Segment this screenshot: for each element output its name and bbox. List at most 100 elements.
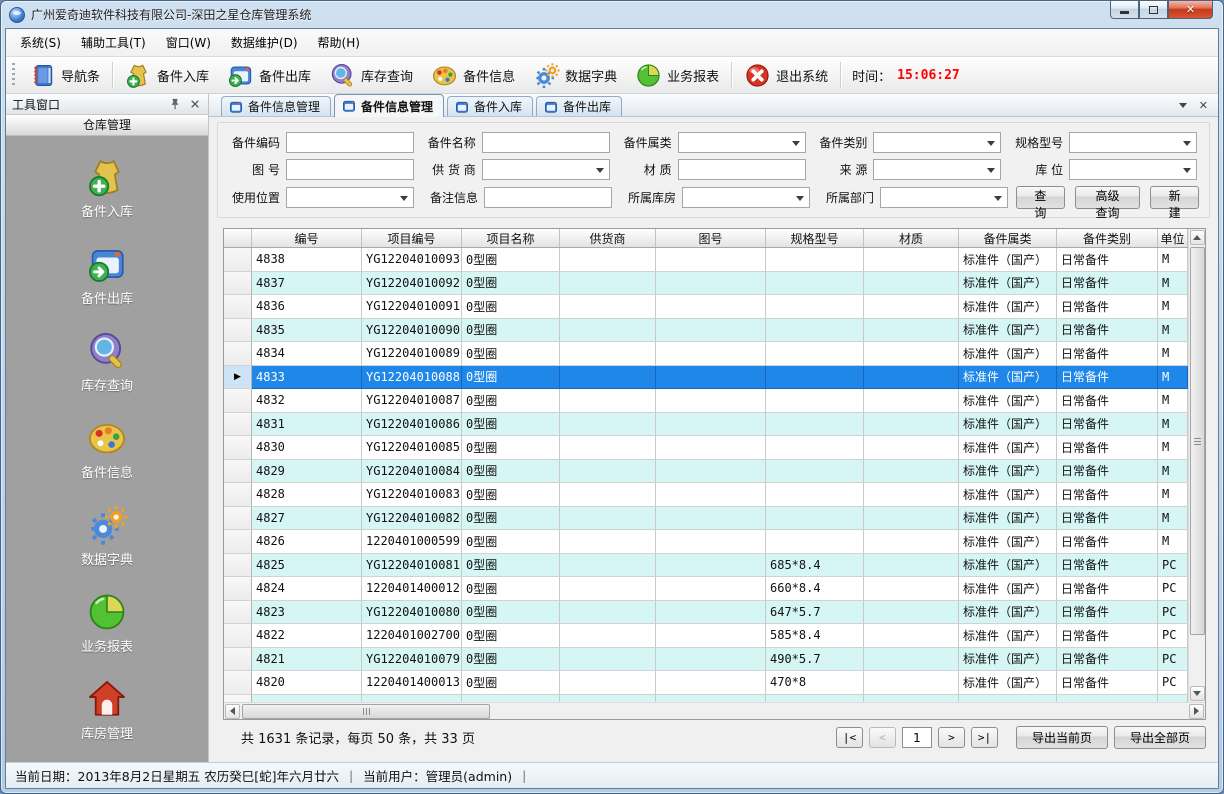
combo-dropdown[interactable]	[880, 187, 1008, 208]
last-page-button[interactable]: >|	[971, 727, 998, 748]
grid-row[interactable]: 4831YG122040100860型圈标准件（国产）日常备件M	[224, 413, 1188, 437]
grid-row[interactable]: 4836YG122040100910型圈标准件（国产）日常备件M	[224, 295, 1188, 319]
sidebar-item[interactable]: 业务报表	[81, 591, 133, 655]
scroll-left-icon[interactable]	[225, 704, 240, 719]
scroll-down-icon[interactable]	[1190, 686, 1205, 701]
row-selector-cell[interactable]	[224, 295, 252, 319]
row-selector-cell[interactable]	[224, 319, 252, 343]
grid-header-cell[interactable]: 备件类别	[1057, 229, 1158, 247]
prev-page-button[interactable]: <	[869, 727, 896, 748]
page-number-input[interactable]	[902, 727, 932, 748]
grid-row[interactable]: 482212204010027000型圈585*8.4标准件（国产）日常备件PC	[224, 624, 1188, 648]
menu-item[interactable]: 数据维护(D)	[221, 29, 308, 56]
row-selector-cell[interactable]	[224, 601, 252, 625]
row-selector-cell[interactable]	[224, 436, 252, 460]
horizontal-scroll-thumb[interactable]	[242, 704, 490, 719]
grid-row[interactable]	[224, 695, 1188, 703]
text-input[interactable]	[484, 187, 612, 208]
text-input[interactable]	[482, 132, 610, 153]
row-selector-cell[interactable]	[224, 624, 252, 648]
grid-header-cell[interactable]: 图号	[656, 229, 766, 247]
next-page-button[interactable]: >	[938, 727, 965, 748]
row-selector-cell[interactable]	[224, 577, 252, 601]
grid-header-cell[interactable]: 供货商	[560, 229, 656, 247]
scroll-right-icon[interactable]	[1189, 704, 1204, 719]
grid-header-cell[interactable]: 单位	[1158, 229, 1188, 247]
combo-dropdown[interactable]	[873, 132, 1001, 153]
combo-dropdown[interactable]	[682, 187, 810, 208]
export-current-page-button[interactable]: 导出当前页	[1016, 726, 1108, 749]
row-selector-cell[interactable]	[224, 554, 252, 578]
toolbar-grip-icon[interactable]	[12, 63, 15, 87]
menu-item[interactable]: 系统(S)	[10, 29, 71, 56]
grid-row[interactable]: 4825YG122040100810型圈685*8.4标准件（国产）日常备件PC	[224, 554, 1188, 578]
close-button[interactable]: ✕	[1168, 1, 1213, 19]
grid-row[interactable]: 4828YG122040100830型圈标准件（国产）日常备件M	[224, 483, 1188, 507]
combo-dropdown[interactable]	[873, 159, 1001, 180]
combo-dropdown[interactable]	[678, 132, 806, 153]
grid-row[interactable]: 4830YG122040100850型圈标准件（国产）日常备件M	[224, 436, 1188, 460]
row-selector-cell[interactable]	[224, 342, 252, 366]
sidebar-item[interactable]: 库存查询	[81, 330, 133, 394]
horizontal-scrollbar[interactable]	[224, 702, 1205, 719]
first-page-button[interactable]: |<	[836, 727, 863, 748]
combo-dropdown[interactable]	[482, 159, 610, 180]
grid-header-cell[interactable]: 项目编号	[362, 229, 462, 247]
row-selector-cell[interactable]	[224, 460, 252, 484]
grid-row[interactable]: 482412204014000120型圈660*8.4标准件（国产）日常备件PC	[224, 577, 1188, 601]
toolbar-button[interactable]: 业务报表	[626, 60, 728, 91]
close-panel-icon[interactable]	[188, 97, 202, 111]
grid-row[interactable]: 4837YG122040100920型圈标准件（国产）日常备件M	[224, 272, 1188, 296]
tab[interactable]: 备件信息管理	[221, 96, 331, 116]
vertical-scroll-thumb[interactable]	[1190, 247, 1205, 635]
query-button[interactable]: 查询	[1016, 186, 1065, 209]
grid-row[interactable]: ▶4833YG122040100880型圈标准件（国产）日常备件M	[224, 366, 1188, 390]
grid-header-cell[interactable]: 项目名称	[462, 229, 560, 247]
grid-header-cell[interactable]: 材质	[864, 229, 959, 247]
scroll-up-icon[interactable]	[1190, 230, 1205, 245]
grid-row[interactable]: 4838YG122040100930型圈标准件（国产）日常备件M	[224, 248, 1188, 272]
toolbar-button[interactable]: 导航条	[20, 60, 109, 91]
combo-dropdown[interactable]	[1069, 159, 1197, 180]
row-selector-cell[interactable]	[224, 389, 252, 413]
sidebar-item[interactable]: 备件入库	[81, 156, 133, 220]
grid-row[interactable]: 4835YG122040100900型圈标准件（国产）日常备件M	[224, 319, 1188, 343]
grid-header-cell[interactable]: 备件属类	[959, 229, 1057, 247]
maximize-button[interactable]	[1139, 1, 1168, 19]
vertical-scrollbar[interactable]	[1188, 229, 1205, 702]
toolbar-button[interactable]: 数据字典	[524, 60, 626, 91]
combo-dropdown[interactable]	[286, 187, 414, 208]
text-input[interactable]	[286, 159, 414, 180]
tab[interactable]: 备件入库	[447, 96, 533, 116]
menu-item[interactable]: 帮助(H)	[308, 29, 370, 56]
toolbar-button[interactable]: 备件信息	[422, 60, 524, 91]
export-all-pages-button[interactable]: 导出全部页	[1114, 726, 1206, 749]
menu-item[interactable]: 辅助工具(T)	[71, 29, 156, 56]
grid-header-cell[interactable]: 编号	[252, 229, 362, 247]
toolbar-button[interactable]: 备件出库	[218, 60, 320, 91]
toolbar-button[interactable]: 备件入库	[116, 60, 218, 91]
sidebar-item[interactable]: 备件信息	[81, 417, 133, 481]
row-selector-cell[interactable]	[224, 530, 252, 554]
row-selector-cell[interactable]: ▶	[224, 366, 252, 390]
grid-row[interactable]: 482612204010005990型圈标准件（国产）日常备件M	[224, 530, 1188, 554]
toolbar-button[interactable]: 退出系统	[735, 60, 837, 91]
advanced-query-button[interactable]: 高级查询	[1075, 186, 1141, 209]
tab-close-icon[interactable]: ✕	[1199, 100, 1208, 111]
sidebar-item[interactable]: 库房管理	[81, 678, 133, 742]
grid-row[interactable]: 4821YG122040100790型圈490*5.7标准件（国产）日常备件PC	[224, 648, 1188, 672]
row-selector-cell[interactable]	[224, 671, 252, 695]
grid-row[interactable]: 4823YG122040100800型圈647*5.7标准件（国产）日常备件PC	[224, 601, 1188, 625]
tab[interactable]: 备件出库	[536, 96, 622, 116]
menu-item[interactable]: 窗口(W)	[156, 29, 221, 56]
grid-row[interactable]: 4829YG122040100840型圈标准件（国产）日常备件M	[224, 460, 1188, 484]
tab[interactable]: 备件信息管理	[334, 94, 444, 117]
row-selector-cell[interactable]	[224, 695, 252, 703]
grid-row[interactable]: 482012204014000130型圈470*8标准件（国产）日常备件PC	[224, 671, 1188, 695]
tab-list-dropdown-icon[interactable]	[1179, 103, 1187, 108]
sidebar-item[interactable]: 备件出库	[81, 243, 133, 307]
grid-row[interactable]: 4834YG122040100890型圈标准件（国产）日常备件M	[224, 342, 1188, 366]
minimize-button[interactable]	[1110, 1, 1139, 19]
new-button[interactable]: 新建	[1150, 186, 1199, 209]
grid-row[interactable]: 4827YG122040100820型圈标准件（国产）日常备件M	[224, 507, 1188, 531]
